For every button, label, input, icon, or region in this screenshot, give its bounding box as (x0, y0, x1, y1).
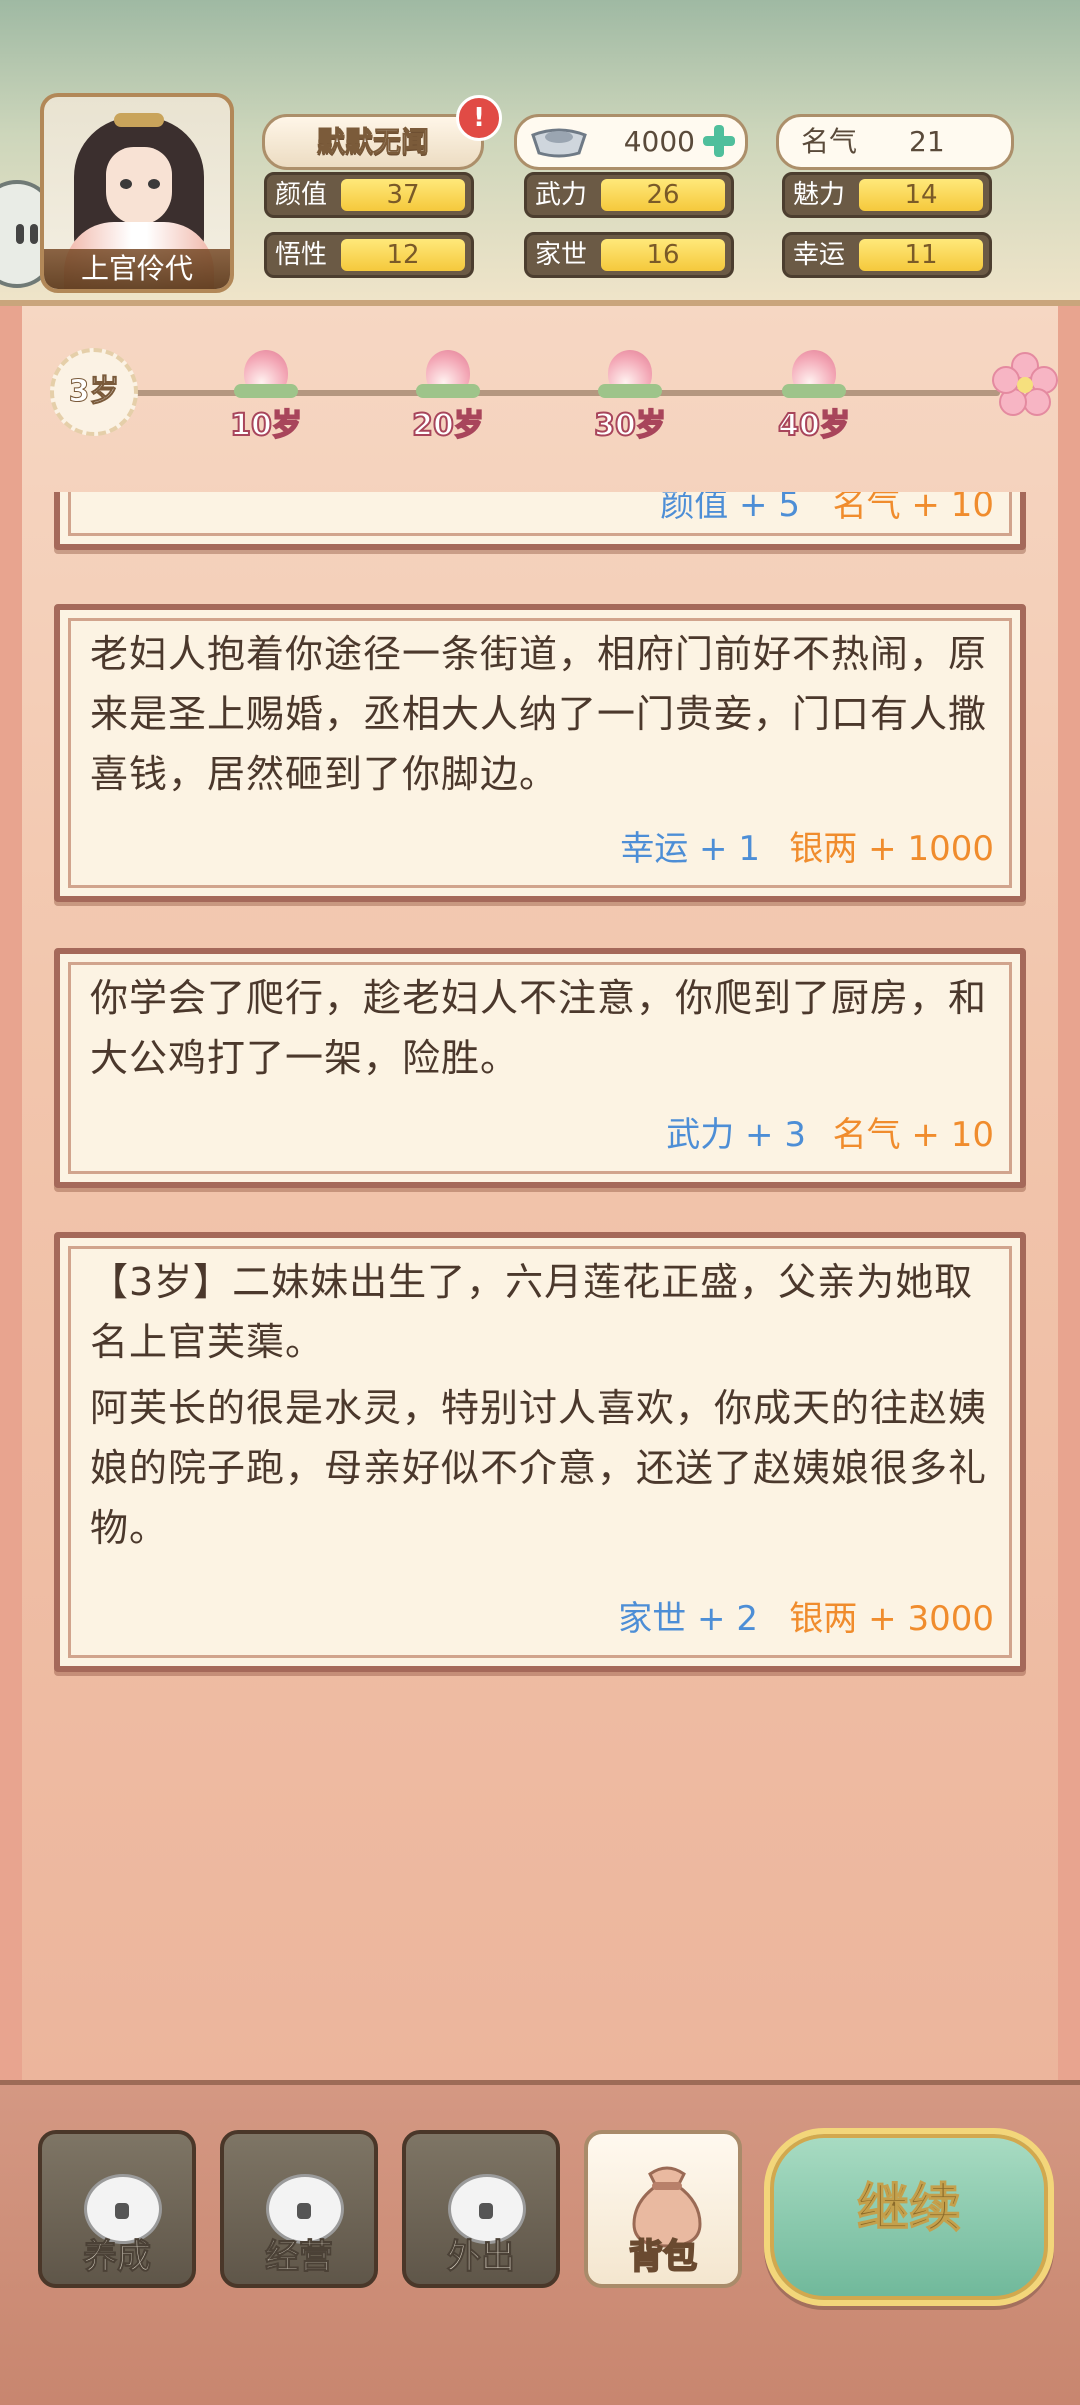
outing-button[interactable]: 外出 (402, 2130, 560, 2288)
reward-resource: 名气 + 10 (832, 1115, 994, 1155)
fame-value: 21 (909, 125, 945, 158)
event-card: 【3岁】二妹妹出生了，六月莲花正盛，父亲为她取名上官芙蕖。 阿芙长的很是水灵，特… (54, 1232, 1026, 1672)
silver-ingot-icon (531, 128, 587, 158)
character-name: 上官伶代 (44, 249, 230, 289)
reward-stat: 武力 + 3 (666, 1115, 806, 1155)
continue-button[interactable]: 继续 (764, 2128, 1054, 2306)
frame-border (0, 306, 22, 2080)
business-label: 经营 (265, 2237, 334, 2278)
stat-martial: 武力 26 (524, 172, 734, 218)
reward-stat: 家世 + 2 (618, 1599, 758, 1639)
stat-wisdom: 悟性 12 (264, 232, 474, 278)
business-button[interactable]: 经营 (220, 2130, 378, 2288)
stat-family: 家世 16 (524, 232, 734, 278)
stat-luck: 幸运 11 (782, 232, 992, 278)
avatar[interactable]: 上官伶代 (40, 93, 234, 293)
add-silver-icon[interactable] (699, 121, 739, 161)
event-card: 颜值 + 5 名气 + 10 (54, 492, 1026, 550)
reward-stat: 颜值 + 5 (660, 492, 800, 525)
alert-icon: ! (456, 95, 502, 141)
current-age-badge: 3岁 (50, 348, 138, 436)
event-text: 你学会了爬行，趁老妇人不注意，你爬到了厨房，和大公鸡打了一架，险胜。 (90, 976, 988, 1080)
cultivate-label: 养成 (83, 2237, 152, 2278)
outing-label: 外出 (447, 2237, 516, 2278)
event-text: 【3岁】二妹妹出生了，六月莲花正盛，父亲为她取名上官芙蕖。 (90, 1260, 974, 1364)
reward-resource: 银两 + 3000 (789, 1599, 994, 1639)
stat-appearance: 颜值 37 (264, 172, 474, 218)
milestone-30: 30岁 (590, 350, 670, 450)
event-text-continued: 阿芙长的很是水灵，特别讨人喜欢，你成天的往赵姨娘的院子跑，母亲好似不介意，还送了… (90, 1386, 988, 1550)
fame-label: 名气 (801, 125, 858, 158)
cherry-blossom-icon (992, 352, 1058, 416)
story-feed[interactable]: 颜值 + 5 名气 + 10 老妇人抱着你途径一条街道，相府门前好不热闹，原来是… (54, 492, 1026, 2092)
age-timeline: 3岁 10岁 20岁 30岁 40岁 (40, 330, 1058, 460)
bag-button[interactable]: 背包 (584, 2130, 742, 2288)
milestone-10: 10岁 (226, 350, 306, 450)
silver-counter: 4000 (514, 114, 748, 170)
reward-resource: 银两 + 1000 (789, 829, 994, 869)
silver-value: 4000 (623, 125, 695, 158)
milestone-40: 40岁 (774, 350, 854, 450)
cultivate-button[interactable]: 养成 (38, 2130, 196, 2288)
event-card: 老妇人抱着你途径一条街道，相府门前好不热闹，原来是圣上赐婚，丞相大人纳了一门贵妾… (54, 604, 1026, 902)
bag-label: 背包 (628, 2236, 698, 2278)
frame-border (1058, 306, 1080, 2080)
stat-charm: 魅力 14 (782, 172, 992, 218)
event-card: 你学会了爬行，趁老妇人不注意，你爬到了厨房，和大公鸡打了一架，险胜。 武力 + … (54, 948, 1026, 1188)
fame-counter: 名气 21 (776, 114, 1014, 170)
reward-resource: 名气 + 10 (832, 492, 994, 525)
reward-stat: 幸运 + 1 (620, 829, 760, 869)
milestone-20: 20岁 (408, 350, 488, 450)
event-text: 老妇人抱着你途径一条街道，相府门前好不热闹，原来是圣上赐婚，丞相大人纳了一门贵妾… (90, 632, 988, 796)
reputation-title-badge[interactable]: 默默无闻 (262, 114, 484, 170)
